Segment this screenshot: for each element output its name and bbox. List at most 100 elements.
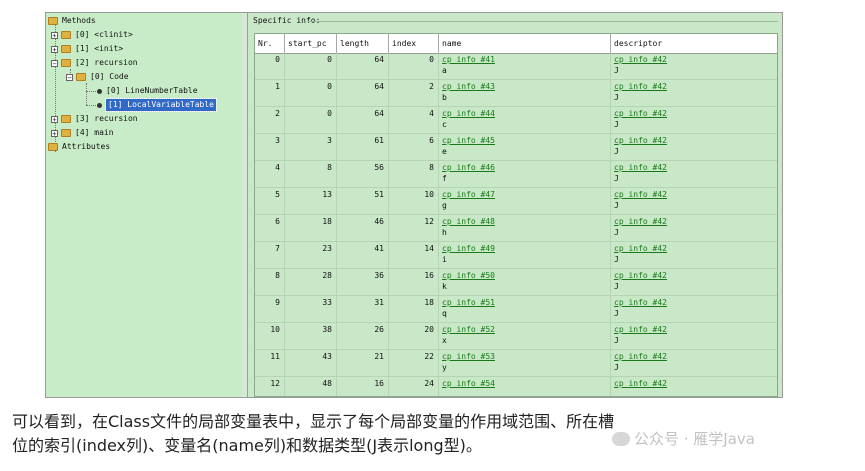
cp-info-link[interactable]: cp info #45 <box>442 136 495 145</box>
cell-nr: 6 <box>255 215 285 242</box>
cp-info-link[interactable]: cp info #42 <box>614 379 667 388</box>
cp-info-link[interactable]: cp info #47 <box>442 190 495 199</box>
tree-node-code[interactable]: − [0] Code <box>66 71 129 83</box>
column-header-index[interactable]: index <box>389 34 439 53</box>
cp-info-link[interactable]: cp info #50 <box>442 271 495 280</box>
folder-icon <box>48 143 58 151</box>
descriptor-type: J <box>614 336 619 345</box>
variable-name: h <box>442 228 447 237</box>
table-row[interactable]: 0 0 64 0 cp info #41 a cp info #42 J <box>255 53 777 80</box>
cp-info-link[interactable]: cp info #44 <box>442 109 495 118</box>
table-row[interactable]: 5 13 51 10 cp info #47 g cp info #42 J <box>255 188 777 215</box>
cp-info-link[interactable]: cp info #42 <box>614 55 667 64</box>
cp-info-link[interactable]: cp info #51 <box>442 298 495 307</box>
cell-length: 26 <box>337 323 389 350</box>
tree-node-attributes[interactable]: Attributes <box>48 141 110 153</box>
cell-index: 8 <box>389 161 439 188</box>
tree-node-recursion-3[interactable]: + [3] recursion <box>51 113 138 125</box>
column-header-descriptor[interactable]: descriptor <box>611 34 777 53</box>
cell-index: 18 <box>389 296 439 323</box>
details-panel: Specific info: Nr. start_pc length index… <box>248 13 782 397</box>
cp-info-link[interactable]: cp info #42 <box>614 271 667 280</box>
table-row[interactable]: 10 38 26 20 cp info #52 x cp info #42 J <box>255 323 777 350</box>
collapse-icon[interactable]: − <box>51 59 58 67</box>
tree-node-recursion-2[interactable]: − [2] recursion <box>51 57 138 69</box>
cell-descriptor: cp info #42 <box>611 377 777 396</box>
index-value: 16 <box>424 271 434 280</box>
column-header-name[interactable]: name <box>439 34 611 53</box>
variable-name: i <box>442 255 447 264</box>
cell-name: cp info #41 a <box>439 53 611 80</box>
expand-icon[interactable]: + <box>51 129 58 137</box>
tree-node-label: Methods <box>62 16 96 25</box>
variable-name: q <box>442 309 447 318</box>
table-row[interactable]: 1 0 64 2 cp info #43 b cp info #42 J <box>255 80 777 107</box>
tree-node-clinit[interactable]: + [0] <clinit> <box>51 29 133 41</box>
tree-node-main[interactable]: + [4] main <box>51 127 114 139</box>
cp-info-link[interactable]: cp info #42 <box>614 298 667 307</box>
table-row[interactable]: 12 48 16 24 cp info #54 cp info #42 <box>255 377 777 396</box>
table-row[interactable]: 11 43 21 22 cp info #53 y cp info #42 J <box>255 350 777 377</box>
cell-name: cp info #48 h <box>439 215 611 242</box>
table-row[interactable]: 7 23 41 14 cp info #49 i cp info #42 J <box>255 242 777 269</box>
tree-node-line-number-table[interactable]: [0] LineNumberTable <box>97 85 198 97</box>
cp-info-link[interactable]: cp info #42 <box>614 244 667 253</box>
cell-name: cp info #49 i <box>439 242 611 269</box>
folder-open-icon <box>76 73 86 81</box>
cell-index: 14 <box>389 242 439 269</box>
cp-info-link[interactable]: cp info #49 <box>442 244 495 253</box>
variable-name: g <box>442 201 447 210</box>
table-row[interactable]: 9 33 31 18 cp info #51 q cp info #42 J <box>255 296 777 323</box>
cp-info-link[interactable]: cp info #52 <box>442 325 495 334</box>
tree-node-local-variable-table[interactable]: [1] LocalVariableTable <box>97 98 217 112</box>
column-header-nr[interactable]: Nr. <box>255 34 285 53</box>
expand-icon[interactable]: + <box>51 115 58 123</box>
cell-index: 2 <box>389 80 439 107</box>
expand-icon[interactable]: + <box>51 45 58 53</box>
cp-info-link[interactable]: cp info #42 <box>614 325 667 334</box>
cp-info-link[interactable]: cp info #46 <box>442 163 495 172</box>
index-value: 6 <box>429 136 434 145</box>
cp-info-link[interactable]: cp info #42 <box>614 136 667 145</box>
cp-info-link[interactable]: cp info #43 <box>442 82 495 91</box>
cell-length: 41 <box>337 242 389 269</box>
cell-nr: 2 <box>255 107 285 134</box>
tree-node-init[interactable]: + [1] <init> <box>51 43 123 55</box>
variable-name: c <box>442 120 447 129</box>
cp-info-link[interactable]: cp info #41 <box>442 55 495 64</box>
cp-info-link[interactable]: cp info #42 <box>614 109 667 118</box>
cell-descriptor: cp info #42 J <box>611 53 777 80</box>
expand-icon[interactable]: + <box>51 31 58 39</box>
table-row[interactable]: 8 28 36 16 cp info #50 k cp info #42 J <box>255 269 777 296</box>
descriptor-type: J <box>614 255 619 264</box>
cp-info-link[interactable]: cp info #42 <box>614 352 667 361</box>
cell-start-pc: 3 <box>285 134 337 161</box>
cp-info-link[interactable]: cp info #42 <box>614 217 667 226</box>
collapse-icon[interactable]: − <box>66 73 73 81</box>
cell-nr: 4 <box>255 161 285 188</box>
column-header-length[interactable]: length <box>337 34 389 53</box>
cp-info-link[interactable]: cp info #53 <box>442 352 495 361</box>
table-row[interactable]: 3 3 61 6 cp info #45 e cp info #42 J <box>255 134 777 161</box>
descriptor-type: J <box>614 201 619 210</box>
cell-index: 0 <box>389 53 439 80</box>
table-row[interactable]: 2 0 64 4 cp info #44 c cp info #42 J <box>255 107 777 134</box>
cell-nr: 5 <box>255 188 285 215</box>
cell-start-pc: 48 <box>285 377 337 396</box>
column-header-start-pc[interactable]: start_pc <box>285 34 337 53</box>
table-row[interactable]: 4 8 56 8 cp info #46 f cp info #42 J <box>255 161 777 188</box>
cell-length: 64 <box>337 80 389 107</box>
tree-node-label: Attributes <box>62 142 111 151</box>
cp-info-link[interactable]: cp info #54 <box>442 379 495 388</box>
cp-info-link[interactable]: cp info #42 <box>614 190 667 199</box>
cp-info-link[interactable]: cp info #42 <box>614 82 667 91</box>
descriptor-type: J <box>614 309 619 318</box>
cell-nr: 8 <box>255 269 285 296</box>
variable-name: y <box>442 363 447 372</box>
cp-info-link[interactable]: cp info #48 <box>442 217 495 226</box>
index-value: 4 <box>429 109 434 118</box>
cp-info-link[interactable]: cp info #42 <box>614 163 667 172</box>
tree-node-methods[interactable]: Methods <box>48 15 96 27</box>
index-value: 20 <box>424 325 434 334</box>
table-row[interactable]: 6 18 46 12 cp info #48 h cp info #42 J <box>255 215 777 242</box>
